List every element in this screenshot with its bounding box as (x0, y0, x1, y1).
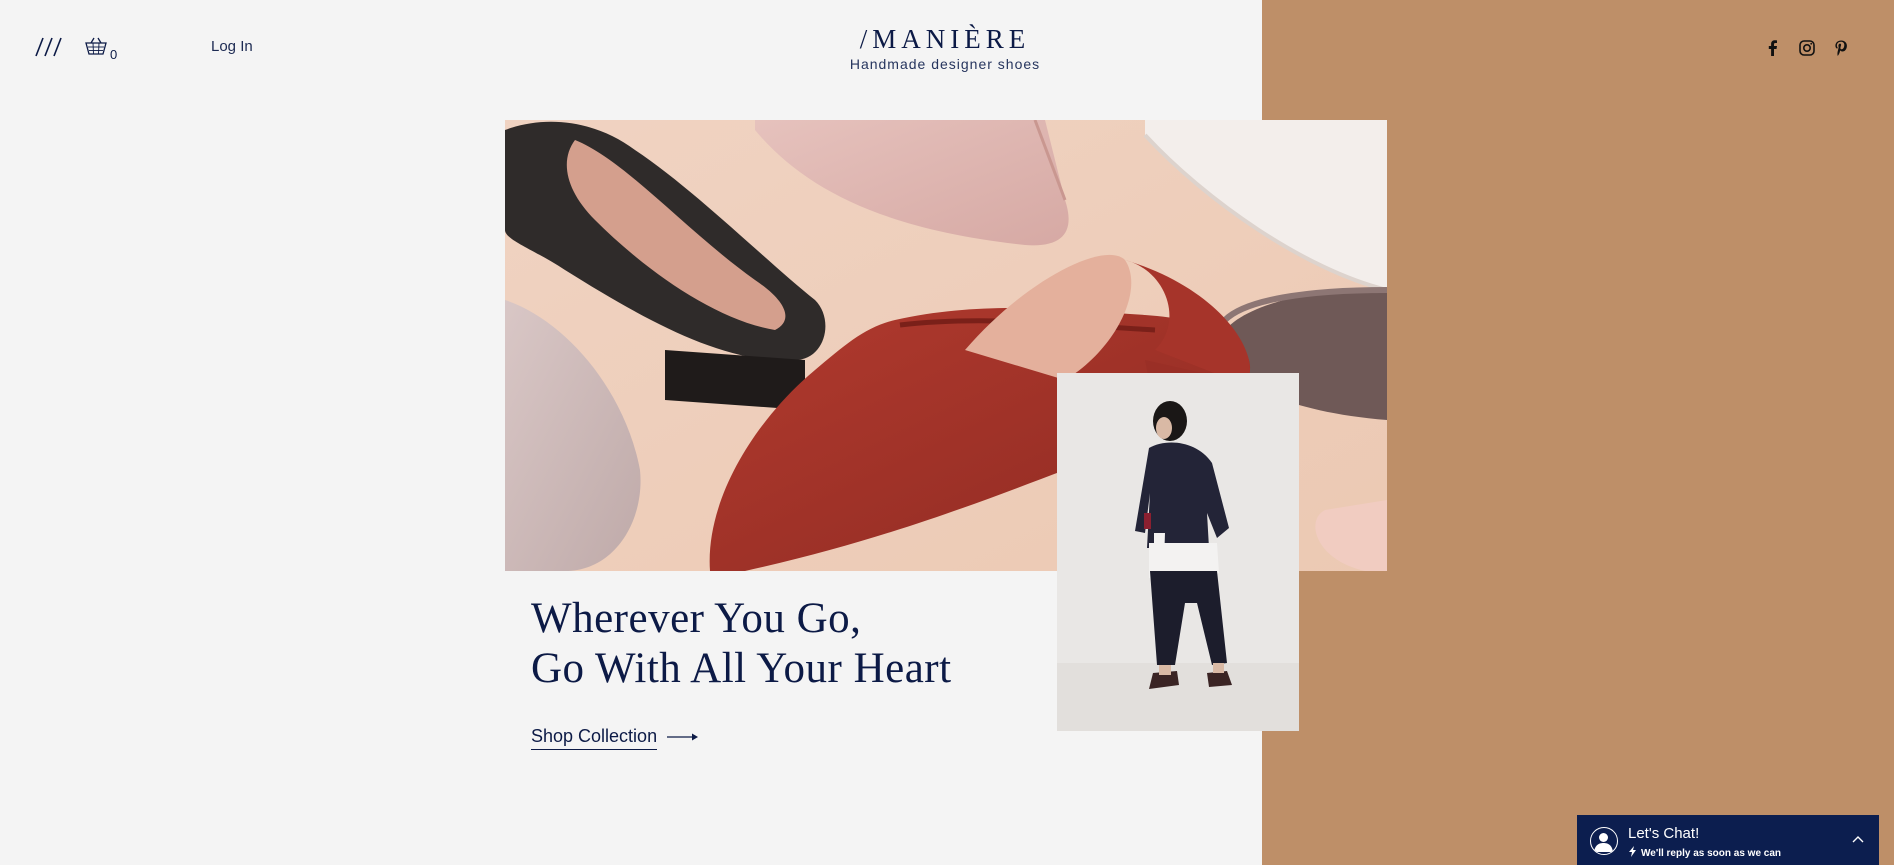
basket-icon (84, 36, 108, 61)
hero-headline: Wherever You Go, Go With All Your Heart (531, 594, 1051, 694)
logo-title: /MANIÈRE (859, 24, 1031, 54)
headline-line-1: Wherever You Go, (531, 595, 862, 642)
cart-count: 0 (110, 47, 118, 62)
cart-button[interactable]: 0 (84, 36, 117, 61)
instagram-icon[interactable] (1797, 38, 1817, 58)
logo-tagline: Handmade designer shoes (849, 56, 1041, 72)
shop-collection-label: Shop Collection (531, 726, 658, 750)
user-avatar-icon (1590, 827, 1618, 855)
chat-title: Let's Chat! (1628, 825, 1700, 842)
headline-line-2: Go With All Your Heart (531, 645, 952, 692)
facebook-icon[interactable] (1763, 38, 1783, 58)
shop-collection-link[interactable]: Shop Collection (531, 726, 699, 750)
site-logo[interactable]: /MANIÈRE Handmade designer shoes (840, 24, 1050, 72)
chat-subtitle: We'll reply as soon as we can (1641, 847, 1782, 859)
login-link[interactable]: Log In (211, 38, 253, 55)
chat-widget[interactable]: Let's Chat! We'll reply as soon as we ca… (1577, 815, 1879, 865)
chat-subtitle-row: We'll reply as soon as we can (1628, 846, 1781, 860)
lightning-icon (1628, 846, 1637, 860)
arrow-right-icon (667, 729, 699, 747)
chevron-up-icon[interactable] (1851, 832, 1865, 846)
menu-icon[interactable] (34, 34, 64, 58)
pinterest-icon[interactable] (1831, 38, 1851, 58)
model-photo (1057, 373, 1299, 731)
